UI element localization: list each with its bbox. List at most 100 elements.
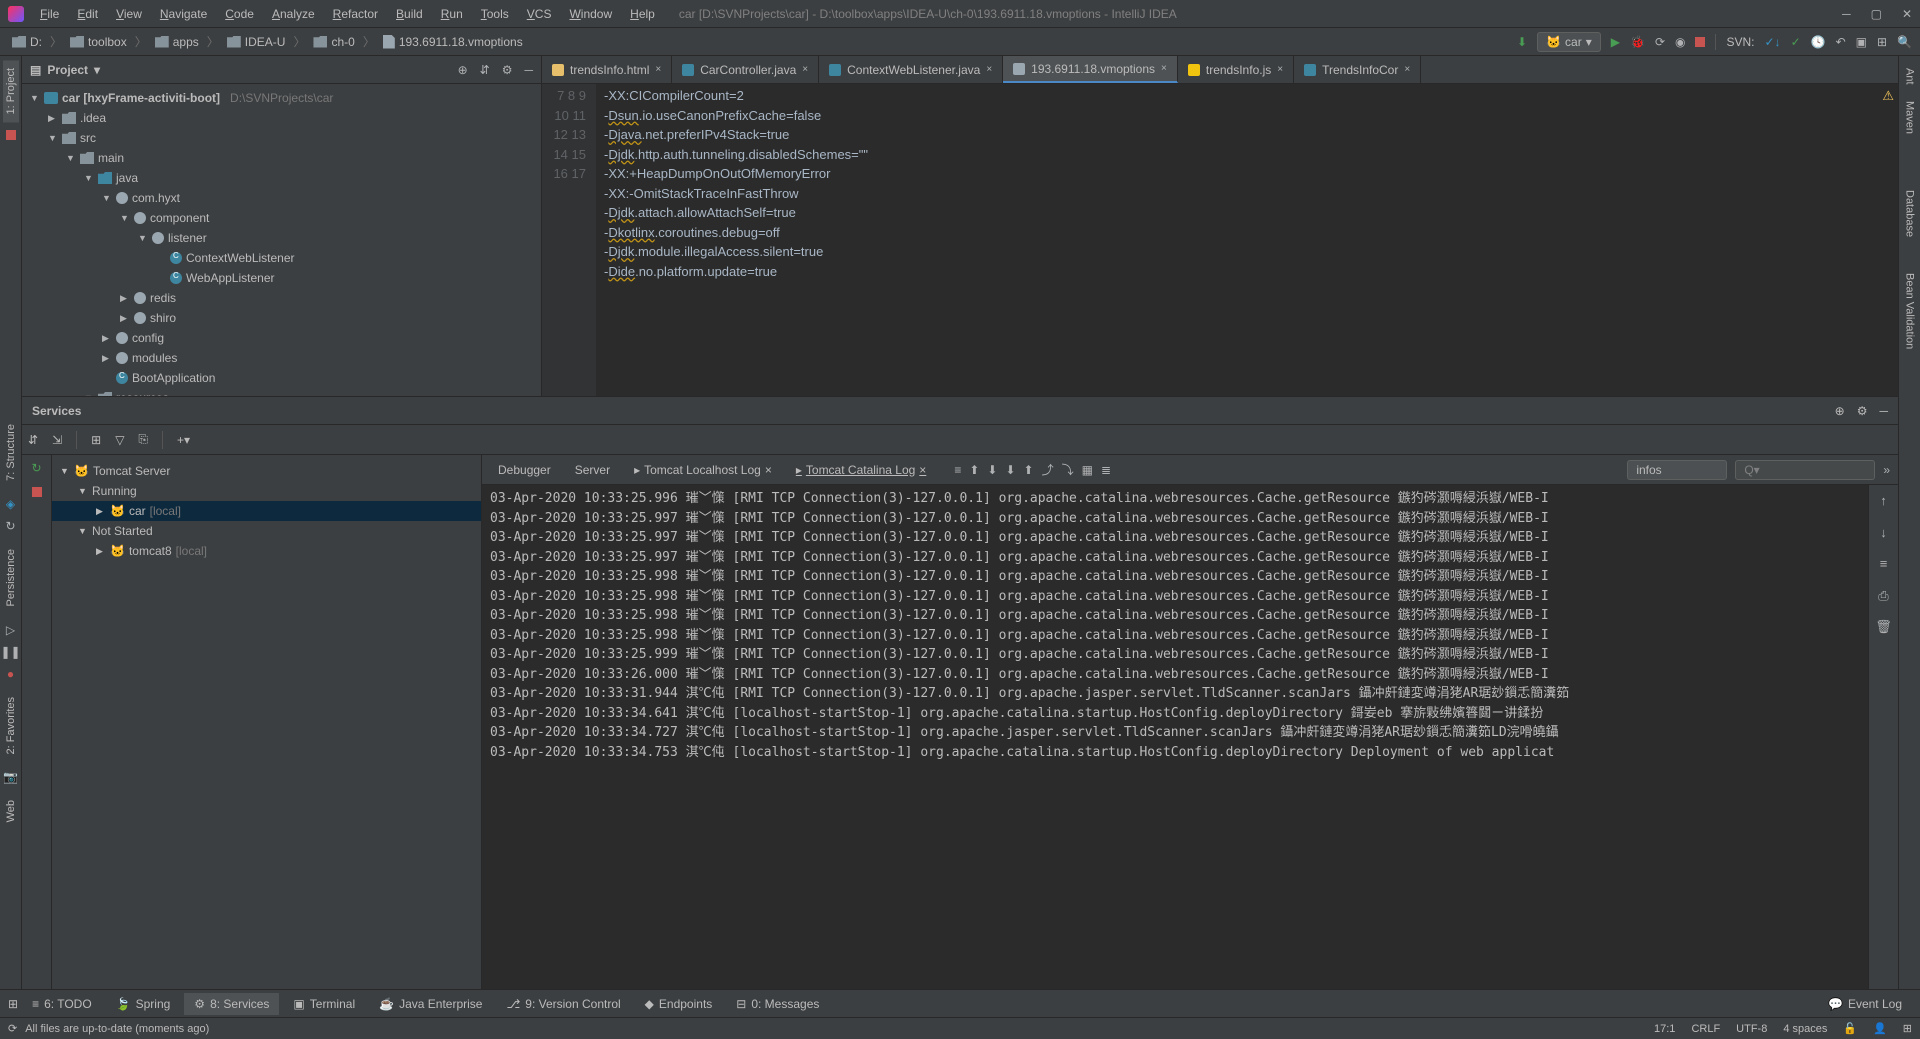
menu-view[interactable]: View: [108, 3, 150, 25]
commit-button[interactable]: ✓: [1791, 35, 1801, 49]
hide-button[interactable]: ─: [524, 63, 533, 77]
editor-body[interactable]: 7 8 9 10 11 12 13 14 15 16 17 -XX:CIComp…: [542, 84, 1898, 396]
toolwindow-toggle-icon[interactable]: ⊞: [8, 997, 18, 1011]
tree-row[interactable]: WebAppListener: [22, 268, 541, 288]
menu-code[interactable]: Code: [217, 3, 262, 25]
menu-navigate[interactable]: Navigate: [152, 3, 215, 25]
tree-arrow-icon[interactable]: ▶: [96, 506, 106, 517]
tree-arrow-icon[interactable]: ▼: [84, 173, 94, 183]
file-encoding[interactable]: UTF-8: [1736, 1023, 1767, 1035]
bean-validation-tool-tab[interactable]: Bean Validation: [1902, 265, 1918, 357]
project-tree[interactable]: ▼ car [hxyFrame-activiti-boot] D:\SVNPro…: [22, 84, 541, 396]
bottom-tab-javaenterprise[interactable]: ☕Java Enterprise: [369, 993, 492, 1015]
breadcrumb-item[interactable]: apps: [151, 33, 203, 51]
services-tree-row[interactable]: ▼Not Started: [52, 521, 481, 541]
services-tree-row[interactable]: ▶🐱tomcat8 [local]: [52, 541, 481, 561]
ant-tool-tab[interactable]: Ant: [1902, 60, 1918, 93]
editor-tab[interactable]: ContextWebListener.java×: [819, 56, 1003, 83]
tree-arrow-icon[interactable]: ▶: [102, 353, 112, 364]
console-action-icon[interactable]: ≡: [1880, 554, 1888, 574]
services-tree-row[interactable]: ▼Running: [52, 481, 481, 501]
event-log-tab[interactable]: 💬 Event Log: [1818, 993, 1912, 1015]
breadcrumb-item[interactable]: D:: [8, 33, 46, 51]
down-icon[interactable]: ⬇: [987, 463, 997, 477]
editor-tab[interactable]: 193.6911.18.vmoptions×: [1003, 56, 1178, 83]
collapse-tree-icon[interactable]: ⇵: [28, 433, 38, 447]
debug-button[interactable]: 🐞: [1630, 35, 1645, 49]
minimize-button[interactable]: ─: [1842, 7, 1851, 21]
database-tool-tab[interactable]: Database: [1902, 182, 1918, 245]
search-everywhere-icon[interactable]: 🔍: [1897, 35, 1912, 49]
bottom-tab-terminal[interactable]: ▣Terminal: [283, 993, 365, 1015]
debugger-tab[interactable]: Debugger: [490, 459, 559, 481]
down2-icon[interactable]: ⬇: [1005, 463, 1015, 477]
inspection-marker-icon[interactable]: ⚠: [1882, 88, 1894, 104]
bottom-tab-versioncontrol[interactable]: ⎇9: Version Control: [496, 993, 630, 1015]
console-output[interactable]: 03-Apr-2020 10:33:25.996 璀﹀憡 [RMI TCP Co…: [482, 485, 1898, 989]
breadcrumb-item[interactable]: 193.6911.18.vmoptions: [379, 33, 527, 51]
hide-button[interactable]: ─: [1879, 404, 1888, 418]
services-tree[interactable]: ▼🐱Tomcat Server▼Running▶🐱car [local]▼Not…: [52, 455, 482, 989]
bottom-tab-spring[interactable]: 🍃Spring: [106, 993, 181, 1015]
expand-icon[interactable]: ⊕: [1835, 404, 1845, 418]
group-icon[interactable]: ⊞: [91, 433, 101, 447]
editor-tab[interactable]: CarController.java×: [672, 56, 819, 83]
editor-tab[interactable]: trendsInfo.html×: [542, 56, 672, 83]
tree-arrow-icon[interactable]: ▼: [60, 466, 70, 476]
cursor-position[interactable]: 17:1: [1654, 1023, 1675, 1035]
filter-icon[interactable]: ▽: [115, 433, 124, 447]
up2-icon[interactable]: ⬆: [1024, 463, 1034, 477]
localhost-log-tab[interactable]: ▸Tomcat Localhost Log×: [626, 459, 780, 481]
rerun-icon[interactable]: ↻: [31, 461, 41, 475]
tree-row[interactable]: ▼src: [22, 128, 541, 148]
tree-arrow-icon[interactable]: ▼: [102, 193, 112, 203]
close-tab-icon[interactable]: ×: [1404, 64, 1410, 75]
menu-help[interactable]: Help: [622, 3, 663, 25]
breadcrumb-item[interactable]: toolbox: [66, 33, 131, 51]
bottom-tab-messages[interactable]: ⊟0: Messages: [726, 993, 829, 1015]
tree-row[interactable]: BootApplication: [22, 368, 541, 388]
gear-icon[interactable]: ⚙: [1857, 404, 1868, 418]
close-tab-icon[interactable]: ×: [802, 64, 808, 75]
close-tab-icon[interactable]: ×: [986, 64, 992, 75]
tree-arrow-icon[interactable]: ▼: [78, 526, 88, 536]
menu-window[interactable]: Window: [561, 3, 620, 25]
close-tab-icon[interactable]: ×: [655, 64, 661, 75]
tree-row[interactable]: ▶redis: [22, 288, 541, 308]
project-tool-tab[interactable]: 1: Project: [3, 60, 19, 122]
list2-icon[interactable]: ≣: [1101, 463, 1111, 477]
favorites-tool-tab[interactable]: 2: Favorites: [3, 689, 19, 762]
camera-icon[interactable]: 📷: [3, 770, 18, 784]
services-tree-row[interactable]: ▶🐱car [local]: [52, 501, 481, 521]
persistence-tool-tab[interactable]: Persistence: [3, 541, 19, 614]
chevron-down-icon[interactable]: ▾: [94, 63, 100, 77]
tree-row[interactable]: ▶.idea: [22, 108, 541, 128]
tree-root[interactable]: ▼ car [hxyFrame-activiti-boot] D:\SVNPro…: [22, 88, 541, 108]
line-separator[interactable]: CRLF: [1691, 1023, 1720, 1035]
tree-arrow-icon[interactable]: ▶: [120, 293, 130, 304]
play-outline-icon[interactable]: ▷: [6, 623, 15, 637]
stop-square-icon[interactable]: [6, 130, 16, 140]
tree-arrow-icon[interactable]: ▶: [96, 546, 106, 557]
stop-button[interactable]: [1695, 37, 1705, 47]
expand-node-icon[interactable]: ⇲: [52, 433, 62, 447]
run-coverage-button[interactable]: ⟳: [1655, 35, 1665, 49]
tree-row[interactable]: ▼listener: [22, 228, 541, 248]
menu-refactor[interactable]: Refactor: [325, 3, 386, 25]
tree-row[interactable]: ▶modules: [22, 348, 541, 368]
bottom-tab-todo[interactable]: ≡6: TODO: [22, 993, 102, 1015]
menu-run[interactable]: Run: [433, 3, 471, 25]
collapse-icon[interactable]: ⇵: [480, 63, 490, 77]
inspection-icon[interactable]: 👤: [1873, 1022, 1887, 1035]
tree-arrow-icon[interactable]: ▼: [120, 213, 130, 223]
breadcrumb-item[interactable]: IDEA-U: [223, 33, 290, 51]
stop-square-icon[interactable]: [32, 487, 42, 497]
tree-row[interactable]: ▼component: [22, 208, 541, 228]
editor-tab[interactable]: trendsInfo.js×: [1178, 56, 1294, 83]
target-icon[interactable]: ⊕: [458, 63, 468, 77]
structure-tool-tab[interactable]: 7: Structure: [3, 416, 19, 489]
server-tab[interactable]: Server: [567, 459, 618, 481]
tree-row[interactable]: ▶config: [22, 328, 541, 348]
history-button[interactable]: 🕓: [1811, 35, 1826, 49]
profiler-button[interactable]: ◉: [1675, 35, 1685, 49]
